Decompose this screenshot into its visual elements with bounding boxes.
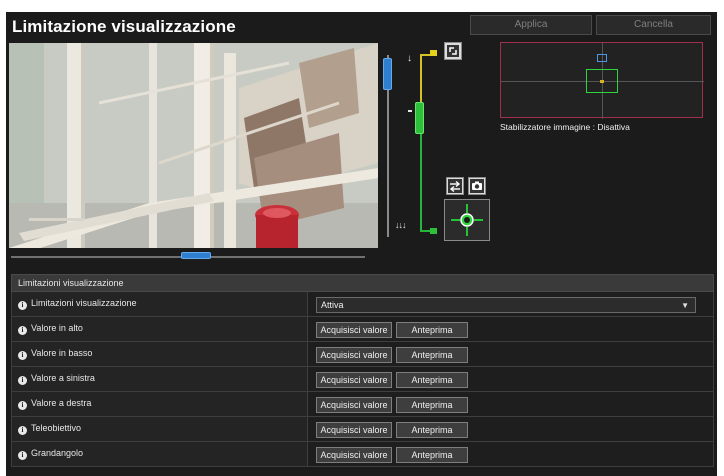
preview-top-button[interactable]: Anteprima bbox=[396, 322, 468, 338]
zoom-mid-icon bbox=[408, 110, 412, 112]
select-value: Attiva bbox=[321, 300, 344, 310]
acquire-top-button[interactable]: Acquisisci valore bbox=[316, 322, 392, 338]
expand-button[interactable] bbox=[444, 42, 462, 60]
camera-image bbox=[9, 43, 378, 248]
swap-button[interactable] bbox=[446, 177, 464, 195]
zoom-slider-thumb[interactable] bbox=[383, 58, 392, 90]
center-position-button[interactable] bbox=[444, 199, 490, 241]
row-label: i Grandangolo bbox=[12, 442, 308, 466]
camera-icon bbox=[470, 179, 484, 193]
info-icon[interactable]: i bbox=[18, 401, 27, 410]
preview-bottom-button[interactable]: Anteprima bbox=[396, 347, 468, 363]
row-label: i Valore a destra bbox=[12, 392, 308, 416]
acquire-bottom-button[interactable]: Acquisisci valore bbox=[316, 347, 392, 363]
wide-limit-handle[interactable] bbox=[430, 228, 437, 234]
row-value: Acquisisci valore Anteprima bbox=[308, 367, 713, 391]
overview-center-dot bbox=[600, 80, 604, 83]
info-icon[interactable]: i bbox=[18, 326, 27, 335]
page-title: Limitazione visualizzazione bbox=[12, 17, 236, 36]
settings-table: Limitazioni visualizzazione i Limitazioni… bbox=[11, 274, 714, 467]
row-label: i Limitazioni visualizzazione bbox=[12, 292, 308, 316]
row-label-text: Valore a destra bbox=[31, 398, 92, 408]
pan-slider-thumb[interactable] bbox=[181, 252, 211, 259]
acquire-right-button[interactable]: Acquisisci valore bbox=[316, 397, 392, 413]
row-label: i Valore a sinistra bbox=[12, 367, 308, 391]
acquire-left-button[interactable]: Acquisisci valore bbox=[316, 372, 392, 388]
zoom-limit-thumb[interactable] bbox=[415, 102, 424, 134]
table-row: i Grandangolo Acquisisci valore Anteprima bbox=[11, 442, 714, 467]
table-row: i Valore in basso Acquisisci valore Antep… bbox=[11, 342, 714, 367]
row-value: Acquisisci valore Anteprima bbox=[308, 392, 713, 416]
table-row: i Teleobiettivo Acquisisci valore Antepri… bbox=[11, 417, 714, 442]
wide-icon: ↓↓↓ bbox=[395, 220, 406, 230]
wide-limit-range bbox=[420, 133, 422, 231]
row-value: Acquisisci valore Anteprima bbox=[308, 417, 713, 441]
row-label-text: Grandangolo bbox=[31, 448, 84, 458]
tele-limit-handle[interactable] bbox=[430, 50, 437, 56]
view-restriction-select[interactable]: Attiva ▼ bbox=[316, 297, 696, 313]
preview-left-button[interactable]: Anteprima bbox=[396, 372, 468, 388]
row-label-text: Limitazioni visualizzazione bbox=[31, 298, 137, 308]
view-restriction-panel: Limitazione visualizzazione Applica Canc… bbox=[6, 12, 717, 476]
info-icon[interactable]: i bbox=[18, 301, 27, 310]
row-value: Acquisisci valore Anteprima bbox=[308, 442, 713, 466]
table-row: i Valore a sinistra Acquisisci valore Ant… bbox=[11, 367, 714, 392]
app-window: Limitazione visualizzazione Applica Canc… bbox=[0, 0, 724, 476]
info-icon[interactable]: i bbox=[18, 451, 27, 460]
cancel-button[interactable]: Cancella bbox=[596, 15, 711, 35]
info-icon[interactable]: i bbox=[18, 351, 27, 360]
apply-button[interactable]: Applica bbox=[470, 15, 592, 35]
row-label-text: Valore a sinistra bbox=[31, 373, 95, 383]
info-icon[interactable]: i bbox=[18, 426, 27, 435]
stabilizer-status: Stabilizzatore immagine : Disattiva bbox=[500, 122, 630, 132]
acquire-tele-button[interactable]: Acquisisci valore bbox=[316, 422, 392, 438]
table-row: i Valore in alto Acquisisci valore Antepr… bbox=[11, 317, 714, 342]
row-label: i Teleobiettivo bbox=[12, 417, 308, 441]
camera-live-view[interactable] bbox=[9, 43, 378, 248]
acquire-wide-button[interactable]: Acquisisci valore bbox=[316, 447, 392, 463]
overview-current-marker bbox=[597, 54, 607, 62]
row-label-text: Teleobiettivo bbox=[31, 423, 82, 433]
tele-icon: ↓ bbox=[407, 53, 412, 64]
section-header: Limitazioni visualizzazione bbox=[11, 274, 714, 292]
expand-icon bbox=[447, 45, 459, 57]
row-label-text: Valore in alto bbox=[31, 323, 83, 333]
position-overview-map[interactable] bbox=[500, 42, 704, 119]
preview-tele-button[interactable]: Anteprima bbox=[396, 422, 468, 438]
dropdown-arrow-icon: ▼ bbox=[681, 301, 689, 310]
center-target-icon bbox=[451, 204, 483, 236]
table-row: i Valore a destra Acquisisci valore Antep… bbox=[11, 392, 714, 417]
row-label: i Valore in basso bbox=[12, 342, 308, 366]
table-row: i Limitazioni visualizzazione Attiva ▼ bbox=[11, 292, 714, 317]
row-label-text: Valore in basso bbox=[31, 348, 93, 358]
info-icon[interactable]: i bbox=[18, 376, 27, 385]
row-value: Attiva ▼ bbox=[308, 292, 713, 316]
row-value: Acquisisci valore Anteprima bbox=[308, 317, 713, 341]
swap-icon bbox=[448, 179, 462, 193]
row-label: i Valore in alto bbox=[12, 317, 308, 341]
snapshot-button[interactable] bbox=[468, 177, 486, 195]
row-value: Acquisisci valore Anteprima bbox=[308, 342, 713, 366]
preview-right-button[interactable]: Anteprima bbox=[396, 397, 468, 413]
preview-wide-button[interactable]: Anteprima bbox=[396, 447, 468, 463]
